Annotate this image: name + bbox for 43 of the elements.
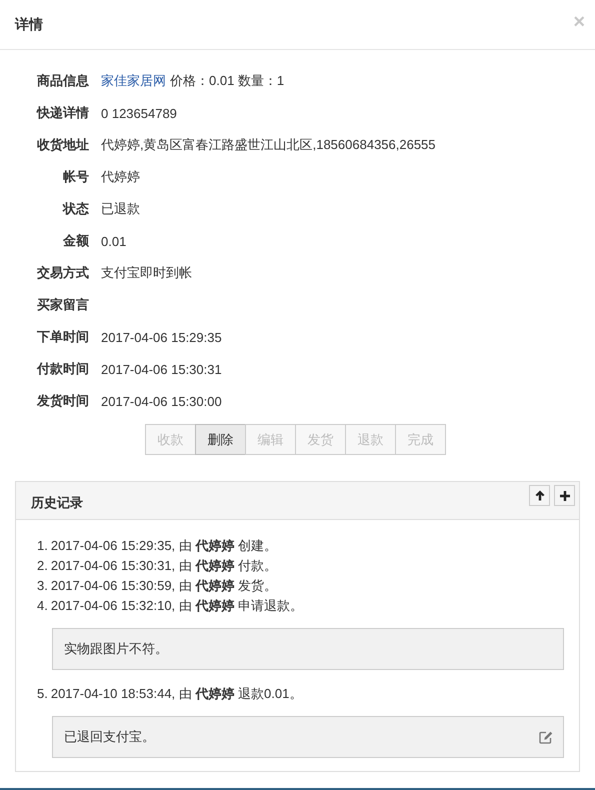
field-value: 0 123654789	[101, 106, 177, 120]
field-value: 已退款	[101, 200, 140, 218]
list-number: 5.	[37, 685, 48, 703]
field-value: 价格：0.01 数量：1	[170, 72, 284, 90]
field-value: 2017-04-06 15:30:00	[101, 394, 222, 408]
field-label: 快递详情	[35, 104, 89, 122]
list-number: 4.	[37, 597, 48, 615]
close-button[interactable]: ×	[573, 12, 585, 32]
field-value: 代婷婷,黄岛区富春江路盛世江山北区,18560684356,26555	[101, 136, 436, 154]
field-label: 金额	[62, 232, 89, 250]
plus-icon	[560, 490, 570, 500]
field-value: 2017-04-06 15:29:35	[101, 330, 222, 344]
action-button[interactable]: 删除	[195, 424, 246, 455]
field-label: 交易方式	[36, 264, 89, 282]
note-text: 已退回支付宝。	[64, 728, 155, 746]
field-label: 帐号	[62, 168, 89, 186]
list-number: 1.	[37, 537, 48, 555]
field-label: 下单时间	[36, 328, 89, 346]
field-label: 收货地址	[36, 136, 89, 154]
field-value: 2017-04-06 15:30:31	[101, 362, 222, 376]
field-value: 0.01	[101, 234, 126, 248]
field-label: 发货时间	[36, 392, 89, 410]
field-value: 支付宝即时到帐	[101, 264, 192, 282]
history-entry: 2017-04-06 15:32:10, 由 代婷婷 申请退款。	[50, 597, 304, 615]
dialog-title: 详情	[15, 16, 43, 34]
history-entry: 2017-04-06 15:30:59, 由 代婷婷 发货。	[50, 577, 278, 595]
note-text: 实物跟图片不符。	[64, 640, 168, 658]
edit-icon[interactable]	[539, 730, 553, 744]
panel-title: 历史记录	[31, 494, 83, 512]
list-number: 3.	[37, 577, 48, 595]
history-entry: 2017-04-06 15:29:35, 由 代婷婷 创建。	[50, 537, 278, 555]
field-label: 买家留言	[36, 296, 89, 314]
field-label: 商品信息	[36, 72, 89, 90]
collapse-button[interactable]	[529, 485, 550, 506]
field-label: 付款时间	[36, 360, 89, 378]
field-value: 代婷婷	[101, 168, 140, 186]
history-entry: 2017-04-06 15:30:31, 由 代婷婷 付款。	[50, 557, 278, 575]
up-arrow-icon	[534, 490, 544, 501]
shop-link[interactable]: 家佳家居网	[101, 72, 166, 90]
add-button[interactable]	[554, 485, 575, 506]
list-number: 2.	[37, 557, 48, 575]
field-label: 状态	[61, 200, 89, 218]
history-entry: 2017-04-10 18:53:44, 由 代婷婷 退款0.01。	[50, 685, 302, 703]
